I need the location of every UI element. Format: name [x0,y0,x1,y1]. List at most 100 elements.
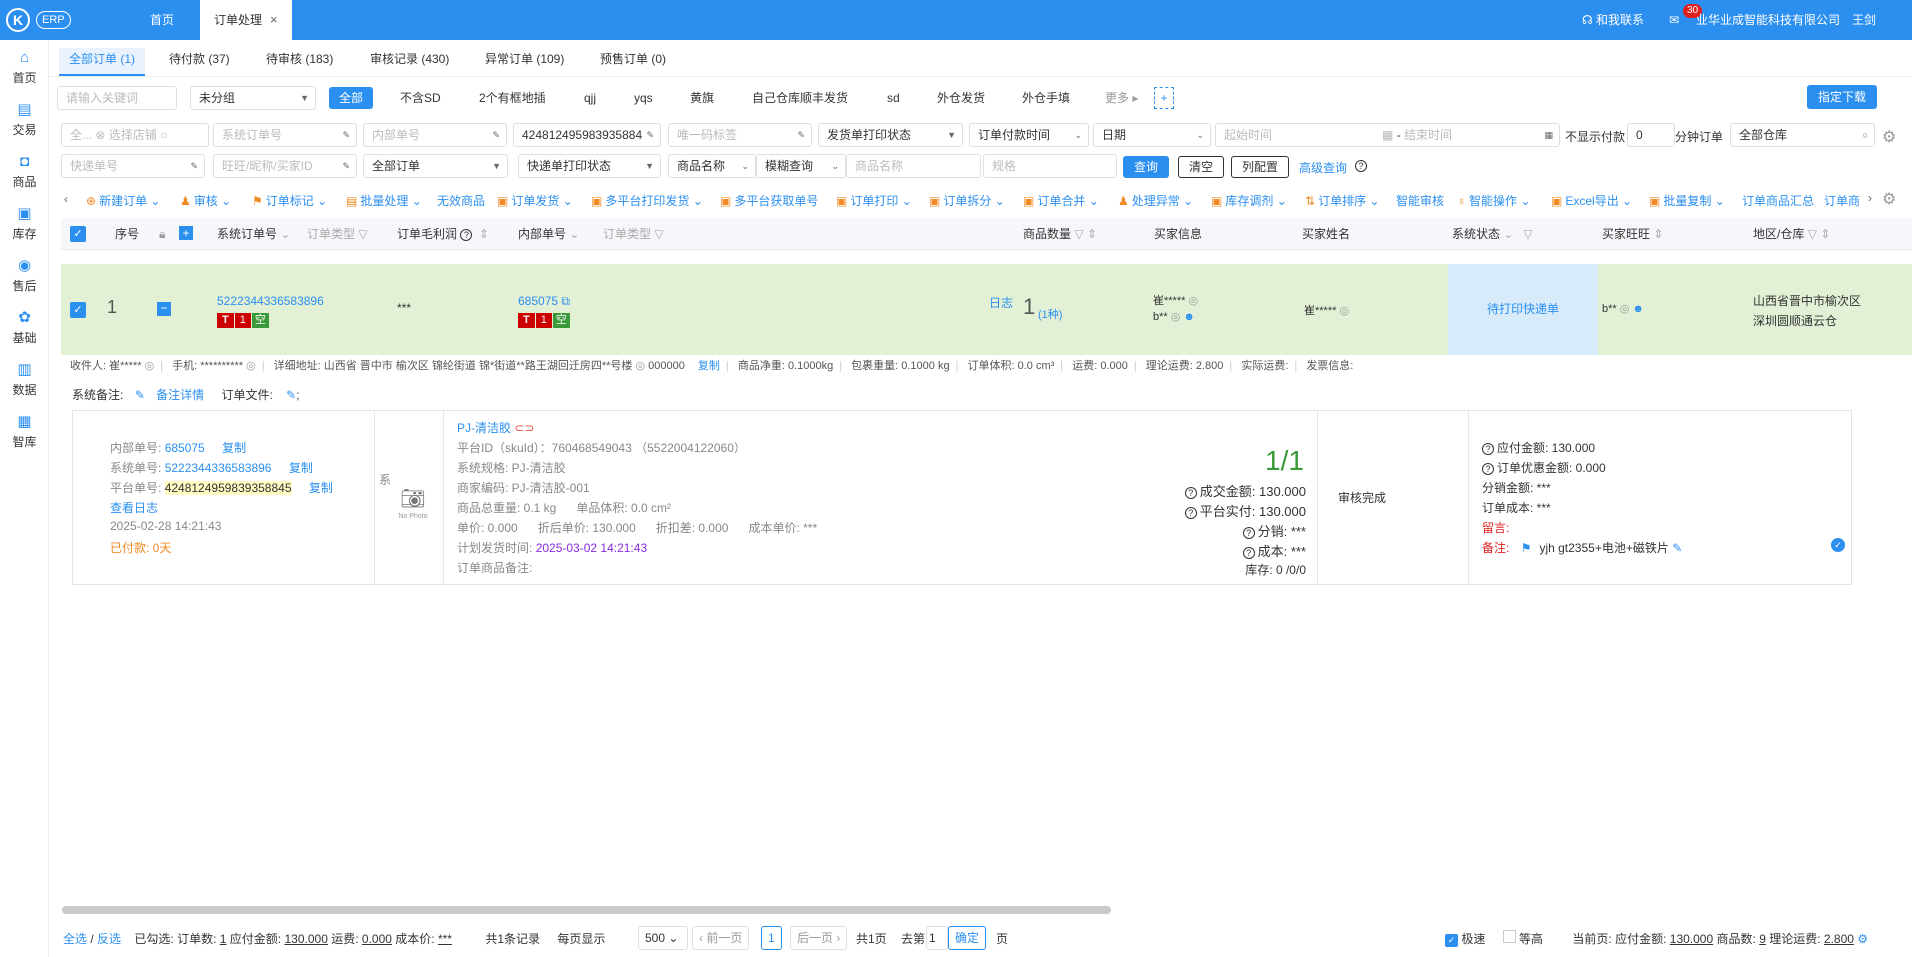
note-detail-link[interactable]: 备注详情 [156,388,204,402]
scroll-right-icon[interactable]: › [1868,191,1872,205]
company-name[interactable]: 业华业成智能科技有限公司 [1696,0,1840,40]
express-print-select[interactable]: 快递单打印状态 ▼ [518,154,661,178]
chip-own-warehouse[interactable]: 自己仓库顺丰发货 [752,87,848,109]
inner-no-link[interactable]: 685075 ⧉ [518,294,570,309]
chip-sd[interactable]: sd [887,87,900,109]
copy-icon[interactable]: ⧉ [561,294,570,308]
eye-icon[interactable]: ◎ [1188,295,1198,307]
user-name[interactable]: 王剑 [1852,0,1876,40]
fast-checkbox[interactable]: ✓ [1445,934,1458,947]
value[interactable]: 5222344336583896 [165,461,272,475]
unique-code-input[interactable]: 唯一码标签 ✎ [668,123,812,147]
col-order-type-2[interactable]: 订单类型 ▽ [603,218,664,250]
view-log-link[interactable]: 查看日志 [110,499,158,516]
toolbar-batch[interactable]: ▤ 批量处理 ⌄ [346,192,422,210]
invert-link[interactable]: 反选 [97,932,121,946]
date-range-input[interactable]: 起始时间 ▦ - 结束时间 ▦ [1215,123,1560,147]
edit-icon[interactable]: ✎ [797,124,805,146]
print-status-select[interactable]: 发货单打印状态 ▼ [818,123,963,147]
clear-button[interactable]: 清空 [1178,156,1225,178]
tab-presale-orders[interactable]: 预售订单 (0) [600,48,666,76]
platform-order-input[interactable]: 424812495983935884 ✎ [513,123,661,147]
copy-address-link[interactable]: 复制 [698,360,720,372]
copy-link[interactable]: 复制 [309,481,333,495]
mail-icon[interactable]: ✉ [1669,0,1679,40]
keyword-select[interactable]: 请输入关键词 [57,86,177,110]
sys-order-input[interactable]: 系统订单号 ✎ [213,123,357,147]
toolbar-order-mark[interactable]: ⚑ 订单标记 ⌄ [252,192,327,210]
toolbar-invalid-goods[interactable]: 无效商品 [437,192,485,210]
toolbar-audit[interactable]: ♟ 审核 ⌄ [180,192,231,210]
col-sys-order[interactable]: 系统订单号 ⌄ [217,218,290,250]
wangwang-icon[interactable]: ☻ [1183,311,1195,323]
col-region[interactable]: 地区/仓库 ▽ ⇕ [1753,218,1830,250]
gear-icon[interactable]: ⚙ [1882,127,1896,147]
toolbar-new-order[interactable]: ⊕ 新建订单 ⌄ [86,192,160,210]
table-row[interactable]: ✓ 1 − 5222344336583896 T1空 *** 685075 ⧉ … [61,264,1912,355]
value[interactable]: 685075 [165,441,205,455]
add-chip-button[interactable]: + [1154,87,1174,109]
col-buyer-ww[interactable]: 买家旺旺 ⇕ [1602,218,1663,250]
wangwang-icon[interactable]: ☻ [1632,303,1644,315]
collapse-icon[interactable]: − [157,302,171,316]
edit-icon[interactable]: ✎ [646,124,654,146]
toolbar-stock-adjust[interactable]: ▣ 库存调剂 ⌄ [1211,192,1287,210]
col-order-type[interactable]: 订单类型 ▽ [307,218,368,250]
col-inner-no[interactable]: 内部单号 ⌄ [518,218,579,250]
group-select[interactable]: 未分组 ▼ [190,86,316,110]
eye-icon[interactable]: ◎ [1339,305,1349,317]
tab-abnormal-orders[interactable]: 异常订单 (109) [485,48,564,76]
toolbar-multi-print[interactable]: ▣ 多平台打印发货 ⌄ [591,192,703,210]
express-no-input[interactable]: 快递单号 ✎ [61,154,205,178]
expand-icon[interactable]: + [179,226,193,240]
edit-icon[interactable]: ✎ [342,124,350,146]
sidebar-item-trade[interactable]: ▤ 交易 [0,102,49,138]
tab-pending-audit[interactable]: 待审核 (183) [266,48,333,76]
chip-external-ship[interactable]: 外仓发货 [937,87,985,109]
equal-height-checkbox[interactable] [1502,930,1516,943]
prev-page-button[interactable]: ‹ 前一页 [692,926,750,950]
tab-home[interactable]: 首页 [150,0,174,40]
tab-pending-payment[interactable]: 待付款 (37) [169,48,230,76]
sidebar-item-basic[interactable]: ✿ 基础 [0,310,49,346]
copy-link[interactable]: 复制 [222,441,246,455]
edit-icon[interactable]: ✎ [286,388,296,402]
advanced-query-link[interactable]: 高级查询 [1299,159,1347,176]
tab-order-processing[interactable]: 订单处理 × [200,0,292,40]
shop-select[interactable]: 全... ⊗ 选择店铺 ○ [61,123,209,147]
row-checkbox[interactable]: ✓ [70,302,86,318]
toolbar-order-goods[interactable]: 订单商 [1824,192,1866,210]
hide-paid-input[interactable]: 0 [1627,123,1675,147]
column-config-button[interactable]: 列配置 [1231,156,1290,178]
fuzzy-select[interactable]: 模糊查询 ⌄ [756,154,846,178]
settings-icon[interactable]: ⚙ [1857,932,1868,946]
help-icon[interactable]: ? [1355,158,1370,172]
eye-icon[interactable]: ◎ [635,360,645,372]
edit-icon[interactable]: ✎ [342,155,350,177]
edit-icon[interactable]: ✎ [190,155,198,177]
sidebar-item-inventory[interactable]: ▣ 库存 [0,206,49,242]
chip-yellow-flag[interactable]: 黄旗 [690,87,714,109]
edit-icon[interactable]: ✎ [1672,541,1682,555]
check-circle-icon[interactable]: ✓ [1831,538,1845,552]
chip-all[interactable]: 全部 [329,87,374,109]
date-select[interactable]: 日期 ⌄ [1093,123,1211,147]
chip-floor-socket[interactable]: 2个有框地插 [479,87,546,109]
designated-download-button[interactable]: 指定下载 [1807,85,1878,109]
pay-time-select[interactable]: 订单付款时间 ⌄ [969,123,1089,147]
toolbar-smart-op[interactable]: ♁ 智能操作 ⌄ [1457,192,1530,210]
toolbar-exception[interactable]: ♟ 处理异常 ⌄ [1118,192,1193,210]
eye-icon[interactable]: ◎ [1171,311,1181,323]
col-margin[interactable]: 订单毛利润 ? ⇕ [397,218,489,250]
goods-name-select[interactable]: 商品名称 ⌄ [668,154,756,178]
toolbar-sort[interactable]: ⇅ 订单排序 ⌄ [1305,192,1379,210]
sys-order-link[interactable]: 5222344336583896 [217,294,324,308]
all-orders-select[interactable]: 全部订单 ▼ [363,154,508,178]
toolbar-batch-copy[interactable]: ▣ 批量复制 ⌄ [1649,192,1725,210]
chip-no-sd[interactable]: 不含SD [400,87,441,109]
toolbar-split[interactable]: ▣ 订单拆分 ⌄ [929,192,1005,210]
select-all-link[interactable]: 全选 [63,932,87,946]
toolbar-print[interactable]: ▣ 订单打印 ⌄ [836,192,912,210]
eye-icon[interactable]: ◎ [145,360,155,372]
toolbar-multi-fetch[interactable]: ▣ 多平台获取单号 [720,192,818,210]
